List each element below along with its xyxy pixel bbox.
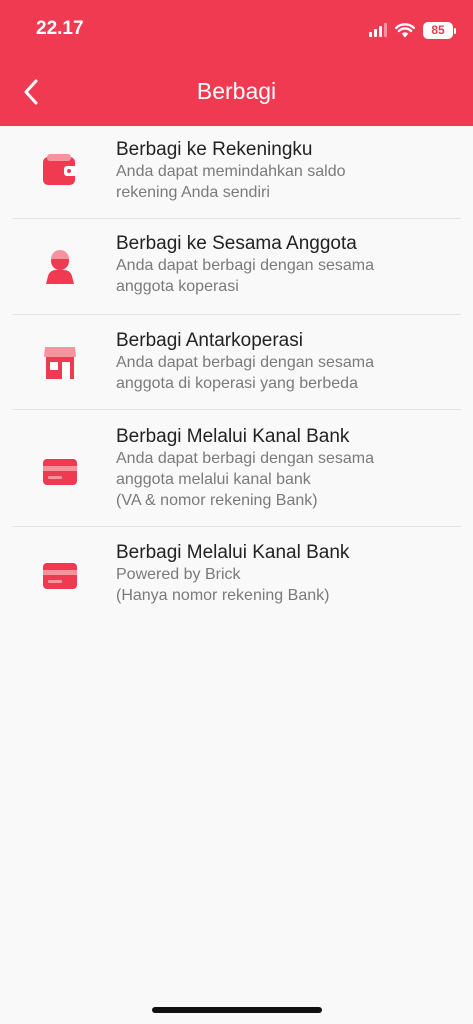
status-icons: 85 [369,20,456,40]
item-desc-line: (VA & nomor rekening Bank) [116,492,318,509]
cellular-signal-icon [369,23,387,37]
menu-item-share-via-bank-channel-brick[interactable]: Berbagi Melalui Kanal Bank Powered by Br… [12,527,461,627]
item-title: Berbagi ke Sesama Anggota [116,233,357,254]
menu-item-share-to-own-account[interactable]: Berbagi ke Rekeningku Anda dapat meminda… [12,126,461,219]
item-desc-line: anggota melalui kanal bank [116,471,311,488]
item-title: Berbagi Melalui Kanal Bank [116,542,350,563]
item-desc-line: Anda dapat berbagi dengan sesama [116,354,374,371]
wifi-icon [395,22,415,37]
card-icon [42,558,78,594]
battery-icon: 85 [423,21,456,39]
item-desc-line: Anda dapat berbagi dengan sesama [116,257,374,274]
item-title: Berbagi ke Rekeningku [116,139,313,160]
wallet-icon [42,152,78,188]
item-title: Berbagi Melalui Kanal Bank [116,426,350,447]
home-indicator[interactable] [152,1007,322,1013]
status-time: 22.17 [36,18,84,39]
item-desc-line: Anda dapat memindahkan saldo [116,163,346,180]
item-title: Berbagi Antarkoperasi [116,330,303,351]
item-desc-line: anggota koperasi [116,278,239,295]
person-icon [42,249,78,285]
nav-bar: Berbagi [0,58,473,126]
menu-item-share-between-cooperatives[interactable]: Berbagi Antarkoperasi Anda dapat berbagi… [12,315,461,410]
menu-item-share-via-bank-channel[interactable]: Berbagi Melalui Kanal Bank Anda dapat be… [12,410,461,527]
item-desc-line: Powered by Brick [116,566,241,583]
page-title: Berbagi [196,78,277,104]
menu-item-share-to-member[interactable]: Berbagi ke Sesama Anggota Anda dapat ber… [12,219,461,315]
card-icon [42,454,78,490]
item-desc-line: anggota di koperasi yang berbeda [116,375,358,392]
item-desc-line: rekening Anda sendiri [116,184,270,201]
store-icon [42,345,78,381]
status-bar: 22.17 85 [0,0,473,58]
app-header: 22.17 85 Berbagi [0,0,473,126]
item-desc-line: (Hanya nomor rekening Bank) [116,587,330,604]
share-options-list: Berbagi ke Rekeningku Anda dapat meminda… [0,126,473,627]
item-desc-line: Anda dapat berbagi dengan sesama [116,450,374,467]
